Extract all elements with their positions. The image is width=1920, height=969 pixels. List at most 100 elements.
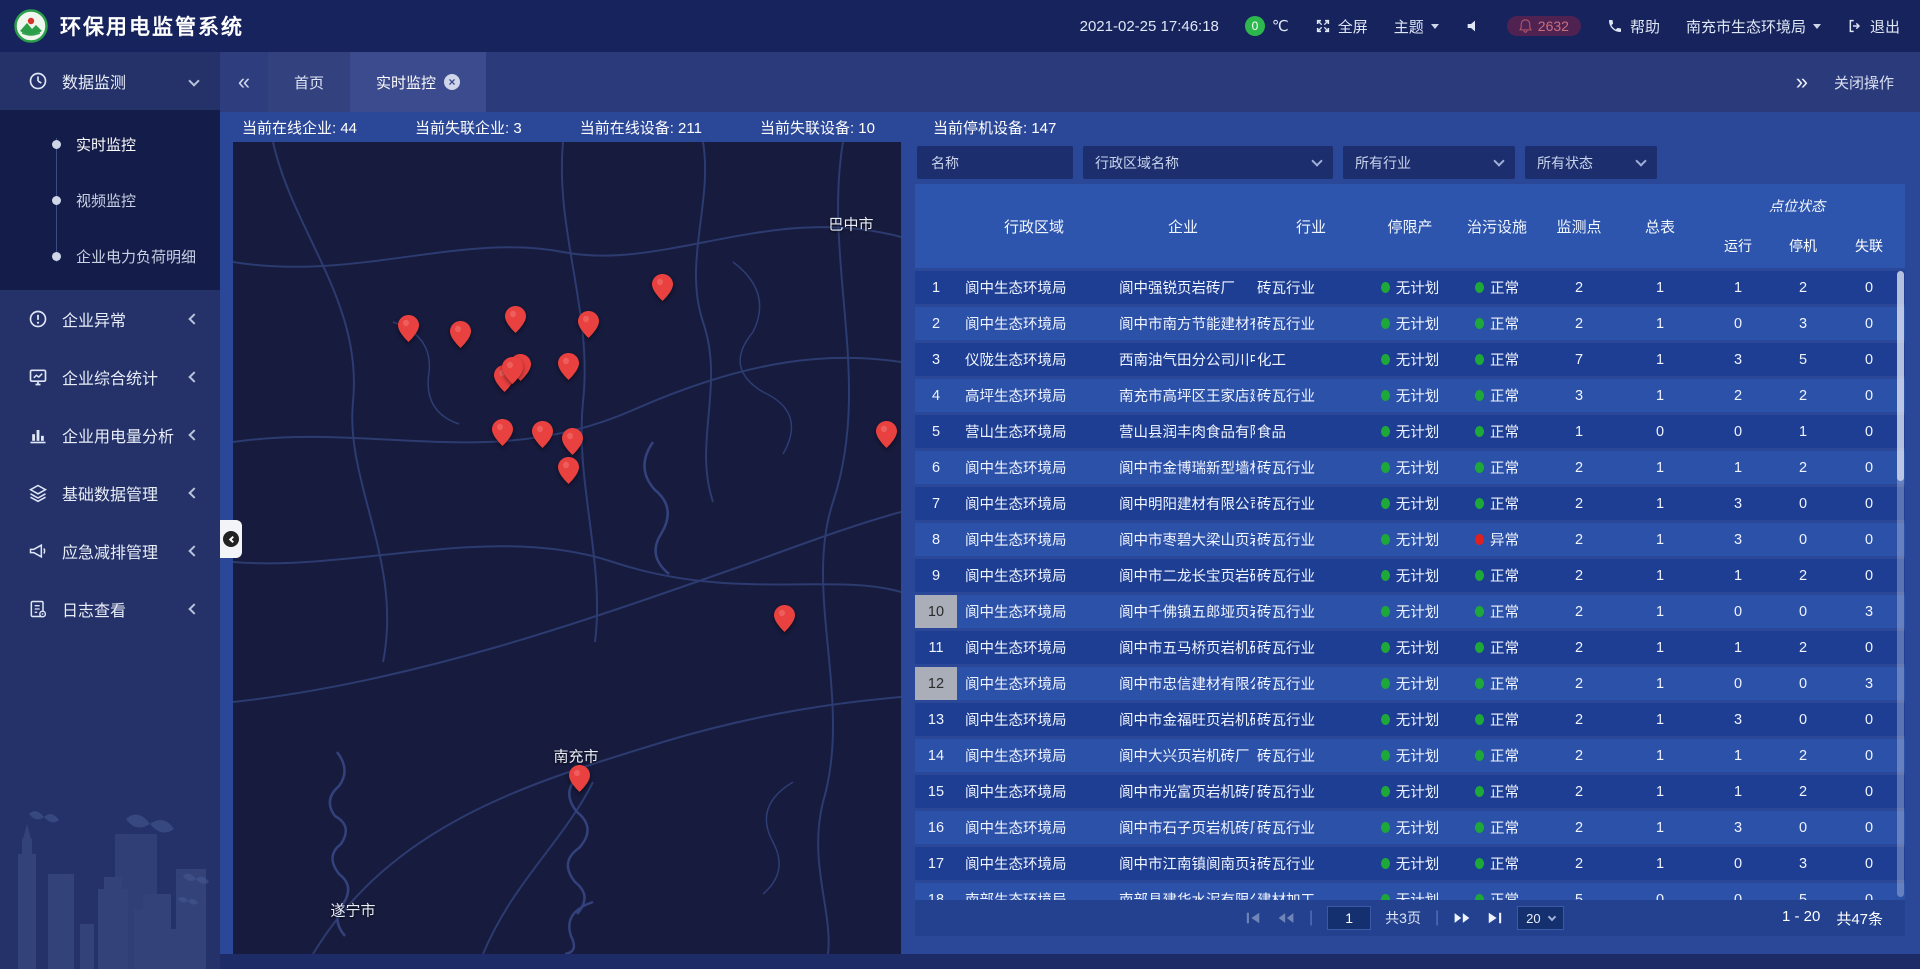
sidebar-collapse-handle[interactable] [220,520,242,558]
cell-stopped: 1 [1773,415,1833,448]
name-filter[interactable] [917,146,1073,179]
cell-region: 营山生态环境局 [957,415,1111,448]
col-company: 企业 [1111,184,1255,268]
cell-meters: 1 [1617,379,1703,412]
map-pin[interactable] [578,311,599,338]
status-dot-green [1381,462,1390,473]
megaphone-icon [28,541,48,561]
region-filter-select[interactable]: 行政区域名称 [1083,146,1333,179]
last-page-button[interactable] [1485,911,1503,925]
table-row[interactable]: 12阆中生态环境局阆中市忠信建材有限公砖瓦行业无计划正常21003 [915,667,1905,700]
tab-home[interactable]: 首页 [268,52,350,112]
table-row[interactable]: 7阆中生态环境局阆中明阳建材有限公司砖瓦行业无计划正常21300 [915,487,1905,520]
table-row[interactable]: 3仪陇生态环境局西南油气田分公司川中化工无计划正常71350 [915,343,1905,376]
tabs-scroll-right-button[interactable]: » [1796,69,1808,95]
map-pin[interactable] [502,357,523,384]
sidebar-item-realtime-monitoring[interactable]: 实时监控 [0,116,220,172]
table-row[interactable]: 6阆中生态环境局阆中市金博瑞新型墙材砖瓦行业无计划正常21120 [915,451,1905,484]
logout-icon [1847,18,1863,34]
submenu-dot [52,140,61,149]
table-body: 1阆中生态环境局阆中强锐页岩砖厂砖瓦行业无计划正常211202阆中生态环境局阆中… [915,271,1905,900]
name-filter-input[interactable] [929,154,1061,172]
sidebar-item-data-monitoring[interactable]: 数据监测 [0,52,220,110]
current-page-input[interactable]: 1 [1327,906,1371,930]
sidebar-item-enterprise-abnormal[interactable]: 企业异常 [0,290,220,348]
table-row[interactable]: 4高坪生态环境局南充市高坪区王家店建砖瓦行业无计划正常31220 [915,379,1905,412]
chevron-down-icon [1547,912,1555,920]
cell-company: 阆中市金福旺页岩机砖 [1111,703,1255,736]
first-page-button[interactable] [1245,911,1263,925]
table-row[interactable]: 2阆中生态环境局阆中市南方节能建材有砖瓦行业无计划正常21030 [915,307,1905,340]
fullscreen-button[interactable]: 全屏 [1315,16,1368,37]
cell-running: 3 [1703,487,1773,520]
map-pin[interactable] [652,274,673,301]
pagination-bar: | 1 共3页 | 20 1 - 20 共47条 [915,900,1905,936]
user-dropdown[interactable]: 南充市生态环境局 [1686,16,1821,37]
map-pin[interactable] [774,605,795,632]
table-row[interactable]: 18南部生态环境局南部县建华水泥有限公建材加工无计划正常50050 [915,883,1905,900]
next-page-button[interactable] [1453,911,1471,925]
chevron-left-icon [188,429,199,440]
cell-running: 1 [1703,775,1773,808]
notification-badge[interactable]: 2632 [1507,16,1581,36]
status-dot-green [1381,570,1390,581]
table-row[interactable]: 1阆中生态环境局阆中强锐页岩砖厂砖瓦行业无计划正常21120 [915,271,1905,304]
sidebar-item-emergency-reduction[interactable]: 应急减排管理 [0,522,220,580]
tab-realtime-monitoring[interactable]: 实时监控 × [350,52,486,112]
theme-dropdown[interactable]: 主题 [1394,16,1439,37]
previous-page-button[interactable] [1277,911,1295,925]
table-row[interactable]: 11阆中生态环境局阆中市五马桥页岩机砖砖瓦行业无计划正常21120 [915,631,1905,664]
sidebar-item-video-monitoring[interactable]: 视频监控 [0,172,220,228]
close-operations-button[interactable]: 关闭操作 [1834,72,1894,93]
sidebar-item-enterprise-statistics[interactable]: 企业综合统计 [0,348,220,406]
map-panel[interactable]: 巴中市南充市遂宁市 [233,142,901,954]
table-row[interactable]: 5营山生态环境局营山县润丰肉食品有限食品无计划正常10010 [915,415,1905,448]
logout-button[interactable]: 退出 [1847,16,1900,37]
sidebar-item-basic-data[interactable]: 基础数据管理 [0,464,220,522]
cell-points: 7 [1541,343,1617,376]
table-row[interactable]: 17阆中生态环境局阆中市江南镇阆南页岩砖瓦行业无计划正常21030 [915,847,1905,880]
sound-button[interactable] [1465,18,1481,34]
record-total: 共47条 [1836,908,1883,929]
table-row[interactable]: 9阆中生态环境局阆中市二龙长宝页岩砖砖瓦行业无计划正常21120 [915,559,1905,592]
row-number: 3 [915,343,957,376]
table-row[interactable]: 16阆中生态环境局阆中市石子页岩机砖厂砖瓦行业无计划正常21300 [915,811,1905,844]
close-tab-icon[interactable]: × [444,74,460,90]
map-pin[interactable] [562,428,583,455]
map-pin[interactable] [492,419,513,446]
map-pin[interactable] [398,315,419,342]
cell-lost: 0 [1833,307,1905,340]
tabs-scroll-left-button[interactable]: « [220,52,268,112]
chevron-left-icon [188,603,199,614]
table-row[interactable]: 10阆中生态环境局阆中千佛镇五郎垭页岩砖瓦行业无计划正常21003 [915,595,1905,628]
sidebar-item-log-view[interactable]: 日志查看 [0,580,220,638]
cell-company: 南部县建华水泥有限公 [1111,883,1255,900]
cell-points: 2 [1541,559,1617,592]
map-pin[interactable] [532,421,553,448]
cell-meters: 1 [1617,739,1703,772]
table-scrollbar[interactable] [1897,271,1904,897]
cell-region: 阆中生态环境局 [957,451,1111,484]
cell-limit: 无计划 [1367,487,1453,520]
table-row[interactable]: 8阆中生态环境局阆中市枣碧大梁山页岩砖瓦行业无计划异常21300 [915,523,1905,556]
sidebar-item-power-analysis[interactable]: 企业用电量分析 [0,406,220,464]
cell-running: 1 [1703,631,1773,664]
map-pin[interactable] [558,457,579,484]
page-size-select[interactable]: 20 [1517,906,1563,930]
status-dot-green [1381,858,1390,869]
cell-points: 2 [1541,667,1617,700]
map-pin[interactable] [450,321,471,348]
map-pin[interactable] [505,306,526,333]
status-filter-select[interactable]: 所有状态 [1525,146,1657,179]
map-pin[interactable] [876,421,897,448]
table-row[interactable]: 13阆中生态环境局阆中市金福旺页岩机砖砖瓦行业无计划正常21300 [915,703,1905,736]
table-row[interactable]: 15阆中生态环境局阆中市光富页岩机砖厂砖瓦行业无计划正常21120 [915,775,1905,808]
map-roads [233,142,901,954]
sidebar-item-power-load-detail[interactable]: 企业电力负荷明细 [0,228,220,284]
map-pin[interactable] [558,353,579,380]
table-row[interactable]: 14阆中生态环境局阆中大兴页岩机砖厂砖瓦行业无计划正常21120 [915,739,1905,772]
help-button[interactable]: 帮助 [1607,16,1660,37]
industry-filter-select[interactable]: 所有行业 [1343,146,1515,179]
map-pin[interactable] [569,765,590,792]
cell-region: 仪陇生态环境局 [957,343,1111,376]
